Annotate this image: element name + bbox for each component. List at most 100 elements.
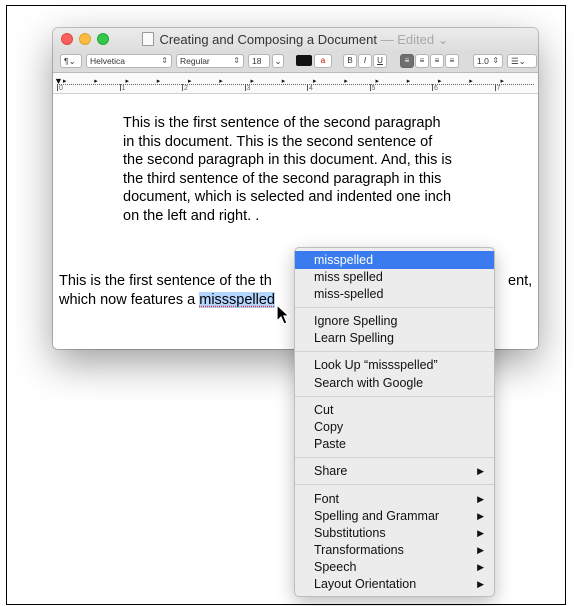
misspelled-word[interactable]: missspelled	[199, 291, 275, 308]
tab-stop-icon[interactable]: ▸	[438, 77, 442, 85]
font-size-field[interactable]: 18	[248, 54, 270, 68]
menu-item-cut[interactable]: Cut	[295, 401, 494, 419]
tab-stop-icon[interactable]: ▸	[376, 77, 380, 85]
list-style-popup[interactable]: ☰⌄	[507, 54, 537, 68]
justify-button[interactable]: ≡	[445, 54, 459, 68]
edited-status[interactable]: — Edited ⌄	[381, 32, 449, 47]
align-right-icon: ≡	[434, 56, 440, 65]
menu-item-spelling-grammar-label: Spelling and Grammar	[314, 509, 440, 523]
line-spacing-popup[interactable]: 1.0 ⇕	[473, 54, 503, 68]
menu-item-layout-orientation[interactable]: Layout Orientation ▶	[295, 575, 494, 593]
align-center-button[interactable]: ≡	[415, 54, 429, 68]
text-color-well[interactable]	[296, 55, 312, 66]
submenu-arrow-icon: ▶	[477, 545, 484, 555]
document-icon	[142, 32, 155, 46]
align-right-button[interactable]: ≡	[430, 54, 444, 68]
font-family-value: Helvetica	[90, 56, 125, 66]
tab-stop-icon[interactable]: ▸	[469, 77, 473, 85]
font-family-popup[interactable]: Helvetica ⇕	[86, 54, 172, 68]
menu-item-copy[interactable]: Copy	[295, 418, 494, 436]
tab-stop-icon[interactable]: ▸	[219, 77, 223, 85]
menu-item-transformations[interactable]: Transformations ▶	[295, 541, 494, 559]
paragraph-third-line1-end: ent,	[508, 273, 533, 289]
menu-item-font[interactable]: Font ▶	[295, 490, 494, 508]
font-style-value: Regular	[180, 56, 210, 66]
tab-stop-icon[interactable]: ▸	[157, 77, 161, 85]
menu-item-font-label: Font	[314, 492, 340, 506]
paragraph-indented: This is the first sentence of the second…	[123, 115, 452, 224]
align-left-icon: ≡	[404, 56, 410, 65]
ruler-number: 0	[59, 85, 63, 92]
document-name: Creating and Composing a Document	[159, 32, 377, 47]
menu-item-search-google[interactable]: Search with Google	[295, 374, 494, 392]
menu-item-paste[interactable]: Paste	[295, 435, 494, 453]
submenu-arrow-icon: ▶	[477, 528, 484, 538]
ruler-tick	[182, 84, 183, 91]
ruler-tick	[307, 84, 308, 91]
menu-item-ignore-spelling[interactable]: Ignore Spelling	[295, 312, 494, 330]
submenu-arrow-icon: ▶	[477, 494, 484, 504]
mouse-pointer-icon	[276, 304, 291, 325]
font-style-popup[interactable]: Regular ⇕	[176, 54, 244, 68]
context-menu: misspelled miss spelled miss-spelled Ign…	[294, 247, 495, 597]
menu-item-suggestion-1[interactable]: misspelled	[295, 251, 494, 269]
justify-icon: ≡	[449, 56, 455, 65]
paragraph-third-line2: which now features a missspelled	[59, 291, 275, 310]
submenu-arrow-icon: ▶	[477, 466, 484, 476]
menu-separator	[295, 351, 494, 352]
ruler-number: 7	[496, 85, 501, 92]
ruler-tick	[494, 84, 496, 91]
title-bar: Creating and Composing a Document — Edit…	[53, 28, 538, 50]
tab-stop-icon[interactable]: ▸	[344, 77, 348, 85]
menu-separator	[295, 307, 494, 308]
ruler-number: 5	[371, 85, 376, 92]
italic-button[interactable]: I	[358, 54, 372, 68]
menu-item-substitutions-label: Substitutions	[314, 526, 386, 540]
underline-button[interactable]: U	[373, 54, 387, 68]
tab-stop-icon[interactable]: ▸	[188, 77, 192, 85]
bold-button[interactable]: B	[343, 54, 357, 68]
menu-item-learn-spelling[interactable]: Learn Spelling	[295, 329, 494, 347]
submenu-arrow-icon: ▶	[477, 511, 484, 521]
ruler-tick	[369, 84, 371, 91]
popup-arrows-icon: ⇕	[492, 56, 499, 65]
color-slash-icon: a	[320, 56, 326, 65]
ruler[interactable]: ▼ 0 1 2 3 4 5 6 7 ▸ ▸ ▸ ▸ ▸ ▸ ▸ ▸ ▸ ▸ ▸ ▸ ▸ ▸ ▸	[53, 73, 538, 94]
menu-item-substitutions[interactable]: Substitutions ▶	[295, 524, 494, 542]
font-size-dropdown[interactable]: ⌄	[272, 54, 284, 68]
tab-stop-icon[interactable]: ▸	[126, 77, 130, 85]
menu-separator	[295, 484, 494, 485]
line-spacing-value: 1.0	[477, 56, 489, 66]
menu-item-suggestion-2[interactable]: miss spelled	[295, 268, 494, 286]
tab-stop-icon[interactable]: ▸	[282, 77, 286, 85]
tab-stop-icon[interactable]: ▸	[251, 77, 255, 85]
tab-stop-icon[interactable]: ▸	[94, 77, 98, 85]
menu-item-share-label: Share	[314, 464, 348, 478]
tab-stop-icon[interactable]: ▸	[407, 77, 411, 85]
menu-item-look-up[interactable]: Look Up “missspelled”	[295, 356, 494, 374]
background-color-well[interactable]: a	[314, 54, 332, 68]
paragraph-third: This is the first sentence of the th whi…	[59, 272, 275, 309]
submenu-arrow-icon: ▶	[477, 562, 484, 572]
ruler-number: 1	[121, 85, 126, 92]
menu-item-transformations-label: Transformations	[314, 543, 404, 557]
menu-item-speech-label: Speech	[314, 560, 357, 574]
tab-stop-icon[interactable]: ▸	[63, 77, 67, 85]
menu-item-suggestion-3[interactable]: miss-spelled	[295, 285, 494, 303]
paragraph-style-popup[interactable]: ¶⌄	[60, 54, 82, 68]
menu-item-spelling-grammar[interactable]: Spelling and Grammar ▶	[295, 507, 494, 525]
menu-item-speech[interactable]: Speech ▶	[295, 558, 494, 576]
ruler-number: 6	[434, 85, 438, 92]
submenu-arrow-icon: ▶	[477, 579, 484, 589]
line2-prefix: which now features a	[59, 291, 200, 308]
format-toolbar: ¶⌄ Helvetica ⇕ Regular ⇕ 18 ⌄ a B I U ≡ ≡ …	[53, 50, 538, 73]
ruler-tick	[432, 84, 433, 91]
align-center-icon: ≡	[419, 56, 425, 65]
popup-arrows-icon: ⇕	[161, 56, 168, 65]
tab-stop-icon[interactable]: ▸	[501, 77, 505, 85]
menu-item-share[interactable]: Share ▶	[295, 462, 494, 480]
align-left-button[interactable]: ≡	[400, 54, 414, 68]
menu-separator	[295, 396, 494, 397]
tab-stop-icon[interactable]: ▸	[313, 77, 317, 85]
chevron-down-icon: ⌄	[274, 56, 282, 66]
